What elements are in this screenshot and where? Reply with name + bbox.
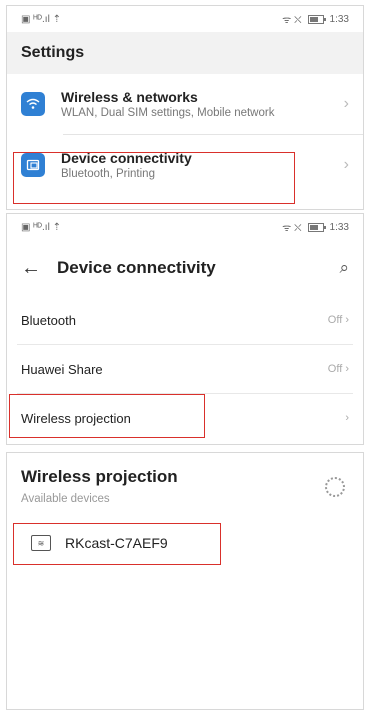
section-subtitle: Available devices xyxy=(21,493,110,505)
settings-screen: ▣ ᴴᴰ.ıl ⇡ ᯤ ⛌ 1:33 Settings Wireless & n… xyxy=(6,5,364,210)
item-label: Wireless & networks xyxy=(61,89,198,105)
page-title: Wireless projection xyxy=(21,467,178,486)
list-item-huawei-share[interactable]: Huawei Share Off › xyxy=(7,345,363,393)
highlight-box-device xyxy=(13,523,221,565)
wifi-icon xyxy=(21,92,45,116)
highlight-box-device-connectivity xyxy=(13,152,295,204)
battery-icon xyxy=(307,14,326,24)
item-label: Huawei Share xyxy=(21,361,103,377)
item-value: Off › xyxy=(327,363,349,375)
loading-spinner-icon xyxy=(325,477,345,497)
status-icons: ᯤ ⛌ xyxy=(282,15,302,26)
status-time: 1:33 xyxy=(329,221,349,233)
status-left: ▣ ᴴᴰ.ıl ⇡ xyxy=(21,221,61,233)
item-label: Bluetooth xyxy=(21,312,76,328)
page-title: Settings xyxy=(7,32,363,74)
wireless-projection-screen: Wireless projection Available devices ≋ … xyxy=(6,452,364,710)
status-bar: ▣ ᴴᴰ.ıl ⇡ ᯤ ⛌ 1:33 xyxy=(7,6,363,32)
status-time: 1:33 xyxy=(329,13,349,25)
search-icon[interactable]: ⌕ xyxy=(339,258,349,278)
device-connectivity-screen: ▣ ᴴᴰ.ıl ⇡ ᯤ ⛌ 1:33 ← Device connectivity… xyxy=(6,213,364,445)
item-sublabel: WLAN, Dual SIM settings, Mobile network xyxy=(61,107,275,119)
highlight-box-wireless-projection xyxy=(9,394,205,438)
page-title: Device connectivity xyxy=(57,258,216,277)
item-value: › xyxy=(345,412,349,424)
settings-item-wireless-networks[interactable]: Wireless & networks WLAN, Dual SIM setti… xyxy=(7,74,363,134)
list-item-bluetooth[interactable]: Bluetooth Off › xyxy=(7,296,363,344)
status-left: ▣ ᴴᴰ.ıl ⇡ xyxy=(21,13,61,25)
status-bar: ▣ ᴴᴰ.ıl ⇡ ᯤ ⛌ 1:33 xyxy=(7,214,363,240)
item-value: Off › xyxy=(327,314,349,326)
status-icons: ᯤ ⛌ xyxy=(282,223,302,234)
chevron-right-icon: › xyxy=(343,95,349,112)
chevron-right-icon: › xyxy=(343,156,349,173)
battery-icon xyxy=(307,222,326,232)
app-bar: ← Device connectivity ⌕ xyxy=(7,240,363,296)
back-arrow-icon[interactable]: ← xyxy=(21,257,47,280)
